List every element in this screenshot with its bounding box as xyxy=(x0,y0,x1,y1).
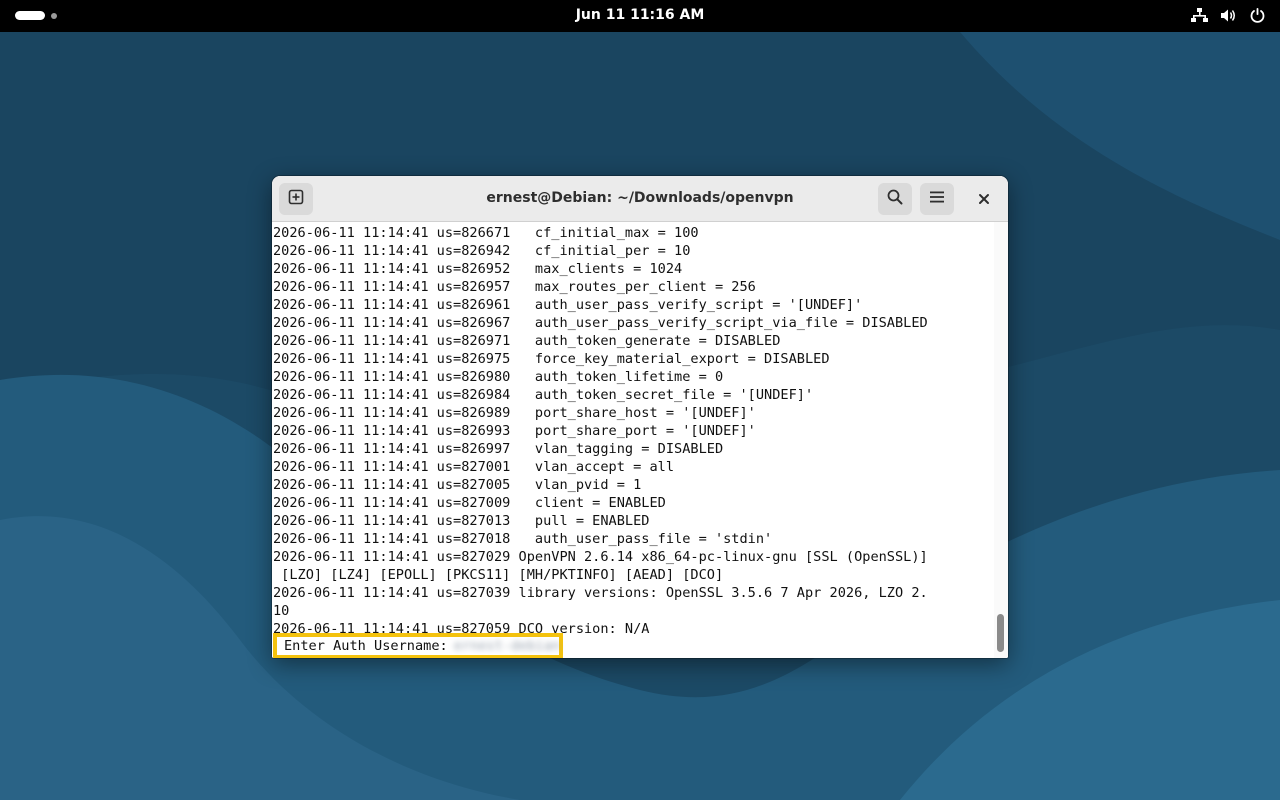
auth-username-prompt[interactable]: Enter Auth Username: ernest-debian xyxy=(273,633,563,658)
terminal-line: 2026-06-11 11:14:41 us=826980 auth_token… xyxy=(273,369,724,385)
terminal-line: 2026-06-11 11:14:41 us=826971 auth_token… xyxy=(273,333,781,349)
terminal-line: 2026-06-11 11:14:41 us=826942 cf_initial… xyxy=(273,243,691,259)
terminal-line: 2026-06-11 11:14:41 us=827018 auth_user_… xyxy=(273,531,773,547)
power-icon[interactable] xyxy=(1249,7,1266,24)
terminal-lines: 2026-06-11 11:14:41 us=826671 cf_initial… xyxy=(273,224,993,638)
terminal-line: 2026-06-11 11:14:41 us=827009 client = E… xyxy=(273,495,666,511)
terminal-line: 2026-06-11 11:14:41 us=826975 force_key_… xyxy=(273,351,830,367)
terminal-line: 2026-06-11 11:14:41 us=826989 port_share… xyxy=(273,405,756,421)
menu-button[interactable] xyxy=(920,183,954,215)
search-button[interactable] xyxy=(878,183,912,215)
terminal-line: 2026-06-11 11:14:41 us=826671 cf_initial… xyxy=(273,225,699,241)
terminal-line: 2026-06-11 11:14:41 us=827029 OpenVPN 2.… xyxy=(273,549,928,565)
new-tab-button[interactable] xyxy=(279,183,313,215)
terminal-line: 2026-06-11 11:14:41 us=826997 vlan_taggi… xyxy=(273,441,724,457)
top-bar: Jun 11 11:16 AM xyxy=(0,0,1280,32)
terminal-line: 2026-06-11 11:14:41 us=826961 auth_user_… xyxy=(273,297,863,313)
terminal-line: 2026-06-11 11:14:41 us=827013 pull = ENA… xyxy=(273,513,650,529)
terminal-line: 2026-06-11 11:14:41 us=826952 max_client… xyxy=(273,261,683,277)
terminal-line: 2026-06-11 11:14:41 us=827005 vlan_pvid … xyxy=(273,477,642,493)
system-tray[interactable] xyxy=(1191,7,1266,24)
hamburger-menu-icon xyxy=(929,189,945,209)
workspace-indicator xyxy=(51,12,57,19)
terminal-line: 2026-06-11 11:14:41 us=827001 vlan_accep… xyxy=(273,459,675,475)
prompt-label: Enter Auth Username: xyxy=(284,638,448,654)
terminal-window[interactable]: ernest@Debian: ~/Downloads/openvpn 2026-… xyxy=(272,176,1008,658)
scrollbar[interactable] xyxy=(994,222,1008,658)
network-wired-icon[interactable] xyxy=(1191,7,1208,24)
search-icon xyxy=(887,189,903,209)
terminal-line: [LZO] [LZ4] [EPOLL] [PKCS11] [MH/PKTINFO… xyxy=(273,567,724,583)
new-tab-icon xyxy=(288,189,304,209)
terminal-line: 2026-06-11 11:14:41 us=826984 auth_token… xyxy=(273,387,814,403)
close-button[interactable] xyxy=(969,184,999,214)
terminal-line: 2026-06-11 11:14:41 us=826957 max_routes… xyxy=(273,279,756,295)
clock-button[interactable]: Jun 11 11:16 AM xyxy=(576,7,705,23)
terminal-line: 2026-06-11 11:14:41 us=826993 port_share… xyxy=(273,423,756,439)
volume-icon[interactable] xyxy=(1220,7,1237,24)
terminal-line: 2026-06-11 11:14:41 us=826967 auth_user_… xyxy=(273,315,928,331)
terminal-line: 2026-06-11 11:14:41 us=827039 library ve… xyxy=(273,585,928,601)
workspace-indicator-active xyxy=(15,11,45,20)
header-bar[interactable]: ernest@Debian: ~/Downloads/openvpn xyxy=(272,176,1008,222)
close-icon xyxy=(978,190,990,209)
scrollbar-thumb[interactable] xyxy=(997,614,1004,652)
username-input-redacted[interactable]: ernest-debian xyxy=(454,638,560,654)
activities-button[interactable] xyxy=(15,11,57,20)
terminal-output[interactable]: 2026-06-11 11:14:41 us=826671 cf_initial… xyxy=(272,222,1008,658)
terminal-line: 10 xyxy=(273,603,290,619)
